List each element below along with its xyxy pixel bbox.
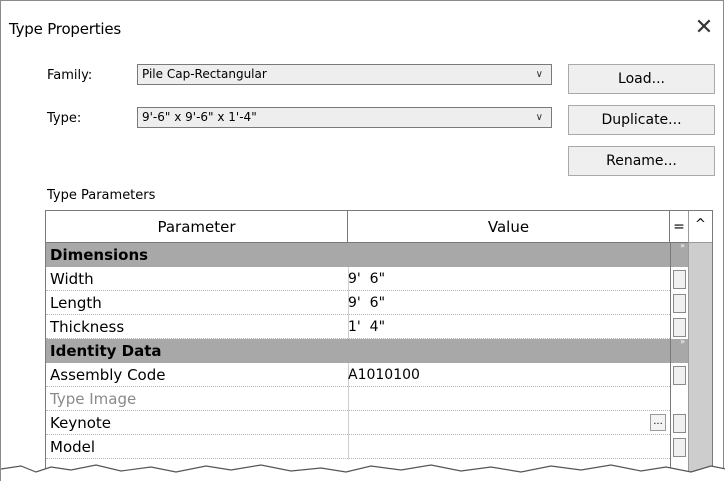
- formula-toggle[interactable]: [673, 318, 686, 337]
- group-label: Dimensions: [50, 246, 149, 264]
- duplicate-button[interactable]: Duplicate...: [568, 105, 715, 135]
- torn-edge: [1, 464, 725, 482]
- parameter-name: Type Image: [50, 390, 137, 408]
- parameter-column-header[interactable]: Parameter: [46, 211, 348, 243]
- family-select-value: Pile Cap-Rectangular: [142, 67, 267, 81]
- parameter-name: Length: [50, 294, 102, 312]
- parameter-value[interactable]: 9' 6": [348, 267, 385, 291]
- parameter-name: Width: [50, 270, 94, 288]
- column-divider: [348, 411, 349, 435]
- chevron-down-icon: ∨: [535, 69, 543, 80]
- column-divider: [348, 387, 349, 411]
- parameter-value[interactable]: A1010100: [348, 363, 420, 387]
- rename-button[interactable]: Rename...: [568, 146, 715, 176]
- chevron-down-icon: ∨: [535, 112, 543, 123]
- vertical-scrollbar[interactable]: ^: [688, 211, 712, 481]
- type-parameters-table: Parameter Value = Dimensions Width 9' 6"…: [45, 210, 713, 482]
- parameter-value[interactable]: 1' 4": [348, 315, 385, 339]
- parameter-name: Thickness: [50, 318, 125, 336]
- group-header-identity-data[interactable]: Identity Data: [46, 339, 670, 363]
- collapse-icon[interactable]: »: [680, 337, 685, 346]
- type-label: Type:: [47, 111, 82, 126]
- browse-button[interactable]: ...: [650, 414, 666, 431]
- formula-toggle[interactable]: [673, 438, 686, 457]
- value-column-header[interactable]: Value: [348, 211, 670, 243]
- type-select-value: 9'-6" x 9'-6" x 1'-4": [142, 110, 257, 124]
- type-select[interactable]: 9'-6" x 9'-6" x 1'-4" ∨: [137, 107, 552, 128]
- table-row[interactable]: Keynote ...: [46, 411, 670, 435]
- formula-toggle[interactable]: [673, 414, 686, 433]
- type-parameters-label: Type Parameters: [47, 188, 156, 203]
- group-header-cell: »: [671, 241, 688, 267]
- table-row[interactable]: Length 9' 6": [46, 291, 670, 315]
- formula-column: » »: [670, 241, 688, 481]
- formula-column-header[interactable]: =: [670, 211, 688, 243]
- parameter-name: Assembly Code: [50, 366, 166, 384]
- parameter-name: Keynote: [50, 414, 111, 432]
- formula-toggle[interactable]: [673, 366, 686, 385]
- table-row[interactable]: Type Image: [46, 387, 670, 411]
- formula-toggle[interactable]: [673, 294, 686, 313]
- collapse-icon[interactable]: »: [680, 241, 685, 250]
- table-row[interactable]: Width 9' 6": [46, 267, 670, 291]
- group-header-cell: »: [671, 337, 688, 363]
- formula-toggle[interactable]: [673, 270, 686, 289]
- table-row[interactable]: Assembly Code A1010100: [46, 363, 670, 387]
- dialog-title: Type Properties: [9, 20, 122, 38]
- group-label: Identity Data: [50, 342, 162, 360]
- group-header-dimensions[interactable]: Dimensions: [46, 243, 670, 267]
- table-row[interactable]: Thickness 1' 4": [46, 315, 670, 339]
- family-label: Family:: [47, 68, 93, 83]
- parameter-value[interactable]: 9' 6": [348, 291, 385, 315]
- family-select[interactable]: Pile Cap-Rectangular ∨: [137, 64, 552, 85]
- type-properties-dialog: Type Properties ✕ Family: Pile Cap-Recta…: [0, 0, 725, 482]
- close-icon[interactable]: ✕: [691, 15, 717, 41]
- scroll-up-arrow[interactable]: ^: [689, 211, 712, 243]
- load-button[interactable]: Load...: [568, 64, 715, 94]
